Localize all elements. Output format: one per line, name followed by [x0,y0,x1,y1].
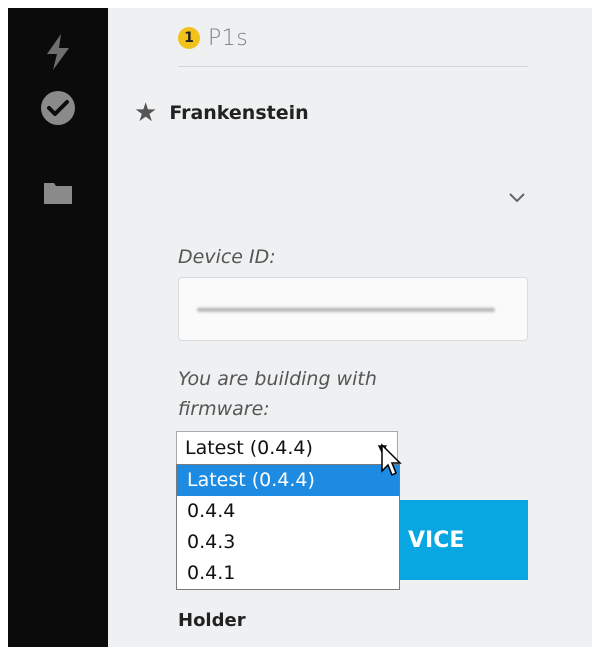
folder-icon[interactable] [38,172,78,212]
firmware-selected-value: Latest (0.4.4) [185,437,313,459]
star-icon[interactable]: ★ [134,100,157,126]
firmware-dropdown-list: Latest (0.4.4) 0.4.4 0.4.3 0.4.1 [176,464,400,590]
flash-button-label: VICE [408,527,465,553]
p1s-label: P1s [208,25,249,51]
firmware-option[interactable]: 0.4.3 [177,527,399,558]
device-id-field[interactable] [178,277,528,341]
check-circle-icon[interactable] [38,88,78,128]
chevron-down-icon[interactable] [506,186,528,208]
count-badge: 1 [178,27,200,49]
firmware-select[interactable]: Latest (0.4.4) ▼ [176,431,398,465]
device-id-redacted [197,307,495,313]
device-row-frankenstein[interactable]: ★ Frankenstein [134,96,309,130]
firmware-option[interactable]: Latest (0.4.4) [177,465,399,496]
device-id-label: Device ID: [178,246,276,268]
firmware-label-line1: You are building with [178,368,377,390]
p1s-group-header[interactable]: 1 P1s [178,20,248,56]
holder-label: Holder [178,610,246,631]
firmware-option[interactable]: 0.4.1 [177,558,399,589]
device-name: Frankenstein [169,102,309,124]
lightning-icon[interactable] [38,32,78,72]
sidebar [8,8,108,647]
mouse-pointer-icon [380,443,404,479]
divider [178,66,528,67]
firmware-label-line2: firmware: [178,398,270,420]
flash-device-button[interactable]: VICE [388,500,528,580]
firmware-option[interactable]: 0.4.4 [177,496,399,527]
